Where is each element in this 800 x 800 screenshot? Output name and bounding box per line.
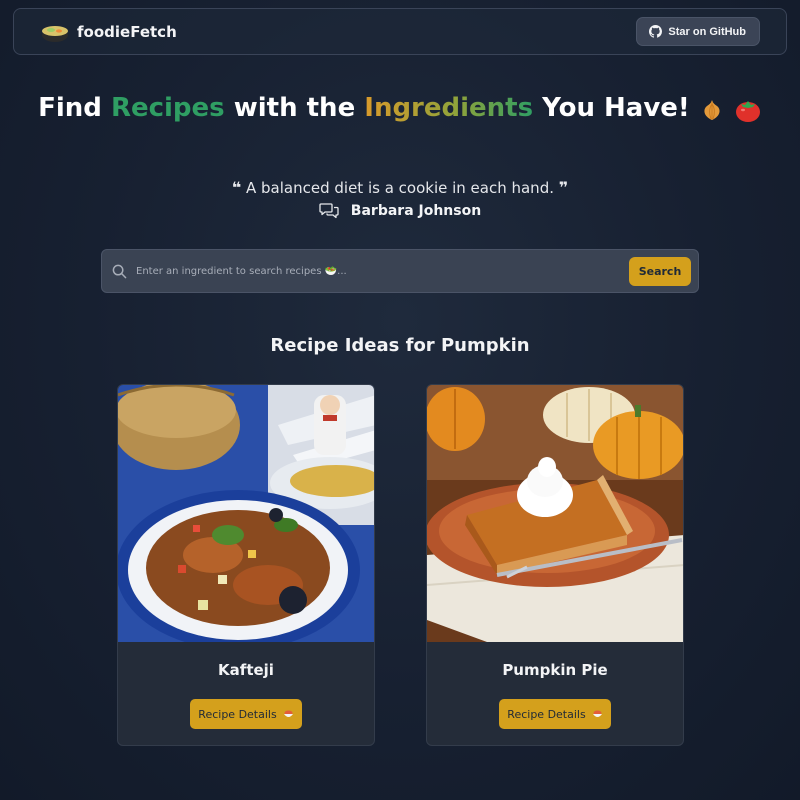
quote-text: A balanced diet is a cookie in each hand… <box>246 179 554 197</box>
chat-bubbles-icon <box>319 203 339 219</box>
recipe-title: Kafteji <box>218 661 274 679</box>
github-icon <box>649 25 663 38</box>
recipe-card-pumpkin-pie[interactable]: Pumpkin Pie Recipe Details <box>426 384 684 746</box>
pumpkin-pie-image <box>427 385 683 642</box>
quote-author: Barbara Johnson <box>0 202 800 219</box>
recipe-details-button[interactable]: Recipe Details <box>499 699 611 729</box>
close-quote-icon: ❞ <box>558 178 569 197</box>
title-part-3: You Have! <box>533 93 690 123</box>
kafteji-image <box>118 385 374 642</box>
author-name: Barbara Johnson <box>350 202 482 219</box>
hero-title: Find Recipes with the Ingredients You Ha… <box>0 92 800 128</box>
search-button[interactable]: Search <box>629 256 691 286</box>
recipe-details-button[interactable]: Recipe Details <box>190 699 302 729</box>
star-on-github-button[interactable]: Star on GitHub <box>636 17 760 46</box>
navbar: foodieFetch Star on GitHub <box>13 8 787 55</box>
search-bar: Search <box>101 249 699 293</box>
ingredient-search-input[interactable] <box>136 265 629 277</box>
quote: ❝ A balanced diet is a cookie in each ha… <box>0 178 800 197</box>
recipe-details-label: Recipe Details <box>198 707 277 721</box>
title-ingredients: Ingredients <box>364 93 534 123</box>
search-icon <box>112 264 127 278</box>
bowl-logo-icon <box>42 25 68 42</box>
results-title: Recipe Ideas for Pumpkin <box>270 335 530 356</box>
title-recipes: Recipes <box>110 93 225 123</box>
onion-icon <box>699 95 725 128</box>
github-button-label: Star on GitHub <box>668 25 746 38</box>
open-quote-icon: ❝ <box>231 178 242 197</box>
title-part-1: Find <box>38 93 111 123</box>
brand[interactable]: foodieFetch <box>40 21 177 43</box>
recipe-details-label: Recipe Details <box>507 707 586 721</box>
title-part-2: with the <box>224 93 365 123</box>
tomato-icon <box>734 95 762 128</box>
bowl-icon <box>592 710 602 717</box>
brand-name: foodieFetch <box>77 22 177 41</box>
bowl-icon <box>283 710 293 717</box>
recipe-title: Pumpkin Pie <box>502 661 608 679</box>
recipe-card-kafteji[interactable]: Kafteji Recipe Details <box>117 384 375 746</box>
